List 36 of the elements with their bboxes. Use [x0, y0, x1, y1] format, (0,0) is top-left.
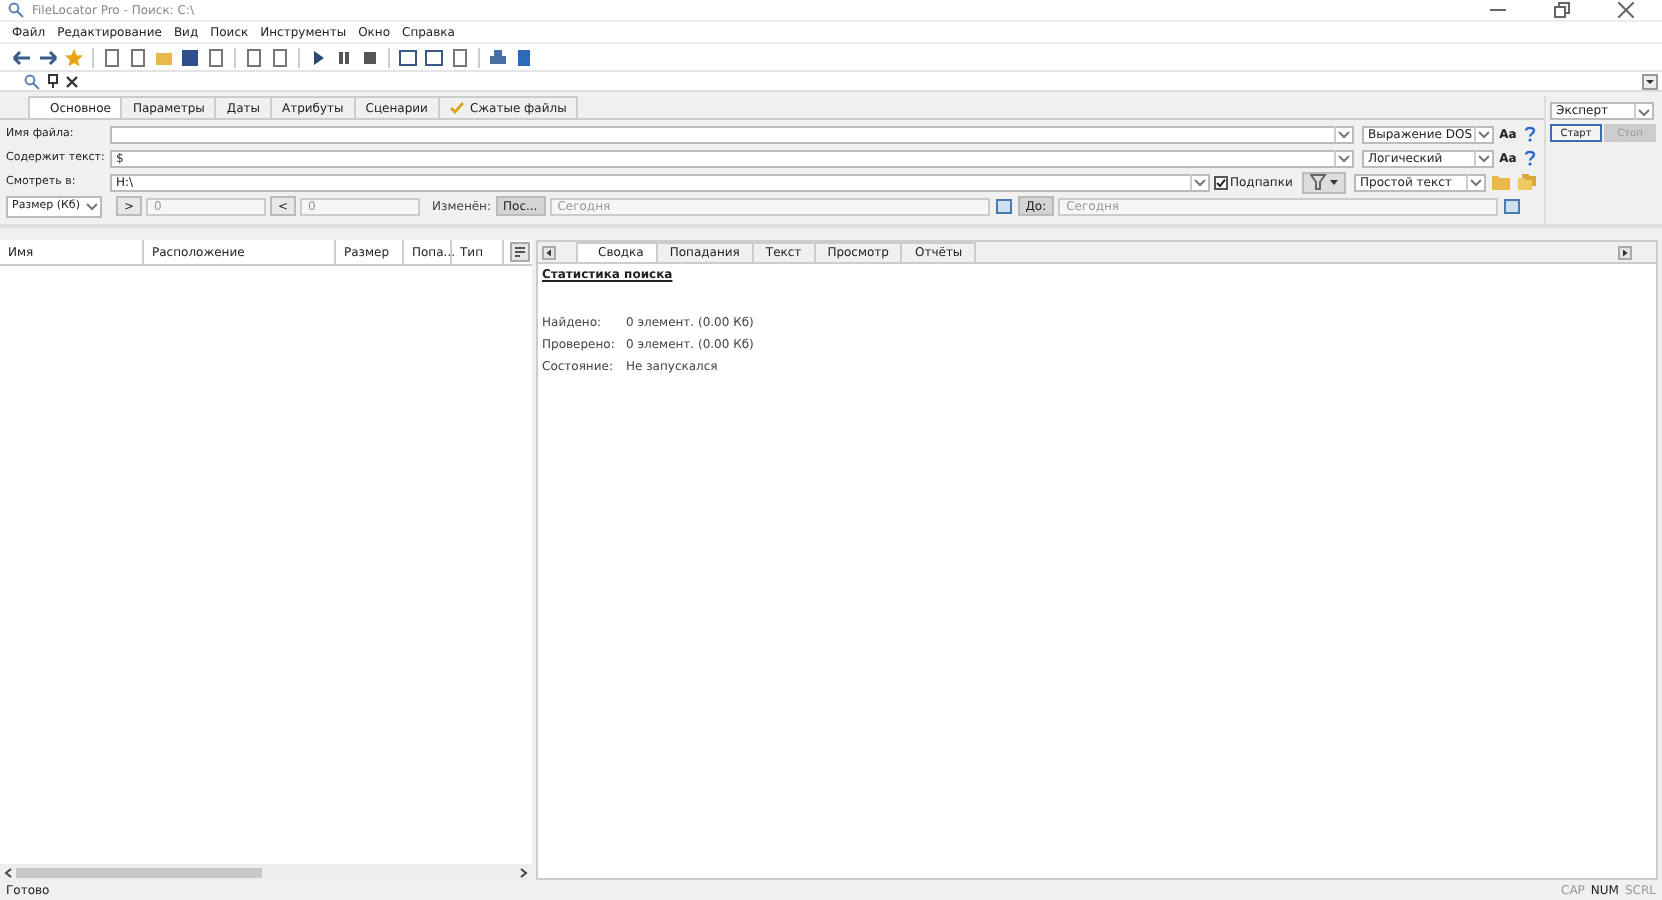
restore-icon[interactable] [1554, 2, 1570, 18]
pin-icon[interactable] [48, 74, 58, 88]
calendar-icon[interactable] [995, 198, 1012, 214]
document-icon[interactable] [102, 47, 122, 67]
calendar-icon[interactable] [1504, 198, 1521, 214]
horizontal-scrollbar[interactable] [0, 864, 532, 880]
close-icon[interactable] [66, 75, 78, 87]
checkbox-icon[interactable] [1214, 175, 1228, 189]
dropdown-arrow-icon[interactable] [1474, 150, 1492, 166]
scroll-right-icon[interactable] [1618, 245, 1632, 259]
search-icon [8, 2, 24, 18]
help-icon[interactable] [1524, 126, 1536, 142]
dropdown-arrow-icon[interactable] [1466, 174, 1484, 190]
filter-button[interactable] [1302, 171, 1346, 193]
dropdown-arrow-icon[interactable] [1334, 126, 1352, 142]
pause-icon[interactable] [334, 47, 354, 67]
dropdown-icon[interactable] [1642, 73, 1658, 89]
help-icon[interactable] [1524, 150, 1536, 166]
text-field[interactable] [110, 125, 1354, 143]
scroll-left-icon[interactable] [4, 867, 12, 877]
dropdown-arrow-icon[interactable] [1190, 174, 1208, 190]
stop-icon[interactable] [360, 47, 380, 67]
column-chooser-icon[interactable] [510, 242, 530, 262]
scroll-left-icon[interactable] [542, 245, 556, 259]
back-arrow-icon[interactable] [12, 47, 32, 67]
document-icon[interactable] [450, 47, 470, 67]
dropdown-arrow-icon[interactable] [1334, 150, 1352, 166]
star-icon[interactable] [64, 47, 84, 67]
check-icon [449, 102, 464, 114]
scroll-right-icon[interactable] [520, 867, 528, 877]
close-icon[interactable] [1618, 2, 1634, 18]
forward-arrow-icon[interactable] [38, 47, 58, 67]
printer-icon[interactable] [488, 47, 508, 67]
search-icon [24, 73, 40, 89]
dropdown-arrow-icon[interactable] [1474, 126, 1492, 142]
dropdown-arrow-icon[interactable] [1634, 103, 1652, 119]
